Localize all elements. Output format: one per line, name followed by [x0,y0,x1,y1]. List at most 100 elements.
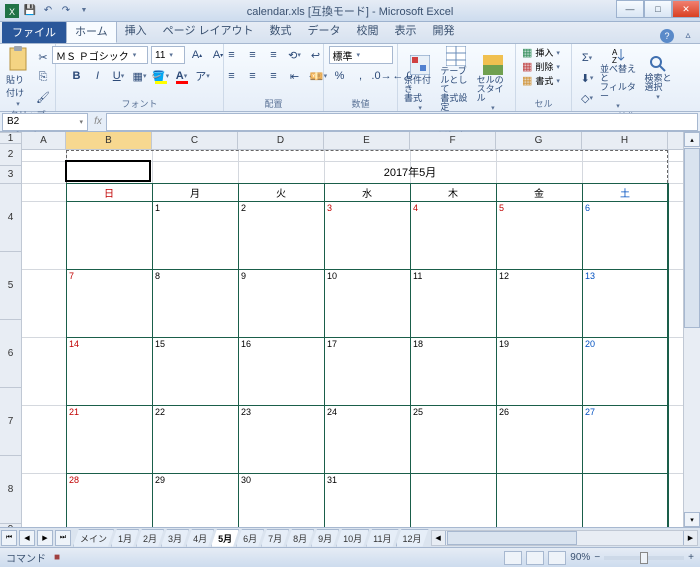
sheet-tab-6月[interactable]: 6月 [236,529,264,547]
row-header-9[interactable]: 9 [0,524,21,527]
phonetic-button[interactable]: ア▾ [194,67,212,85]
qat-dropdown-icon[interactable]: ▼ [76,3,92,19]
find-select-button[interactable]: 検索と 選択▾ [640,55,676,101]
ribbon-minimize-icon[interactable]: ▵ [680,27,696,43]
vertical-scrollbar[interactable]: ▴ ▾ [683,132,700,527]
sheet-tab-9月[interactable]: 9月 [311,529,339,547]
column-headers[interactable]: ABCDEFGH [22,132,683,150]
sheet-tab-11月[interactable]: 11月 [366,529,398,547]
delete-cells-button[interactable]: ▦削除▾ [522,60,560,73]
align-top-icon[interactable]: ≡ [223,46,241,64]
font-name-combo[interactable]: ＭＳ Ｐゴシック▾ [52,46,148,64]
sheet-tab-4月[interactable]: 4月 [186,529,214,547]
macro-record-icon[interactable]: ■ [54,552,60,563]
zoom-out-button[interactable]: − [594,552,600,563]
sheet-nav-prev[interactable]: ◀ [19,530,35,546]
col-header-F[interactable]: F [410,132,496,149]
undo-icon[interactable]: ↶ [40,3,56,19]
percent-icon[interactable]: % [331,67,349,85]
maximize-button[interactable]: □ [644,0,672,18]
sheet-tab-12月[interactable]: 12月 [396,529,429,547]
save-icon[interactable]: 💾 [22,3,38,19]
number-format-combo[interactable]: 標準▾ [329,46,393,64]
tab-7[interactable]: 開発 [425,19,463,43]
sheet-tab-1月[interactable]: 1月 [111,529,139,547]
horizontal-scrollbar[interactable]: ◀ ▶ [431,530,698,546]
format-as-table-button[interactable]: テーブルとして 書式設定▾ [440,46,472,121]
col-header-B[interactable]: B [66,132,152,149]
copy-icon[interactable]: ⎘ [34,68,52,86]
clear-icon[interactable]: ◇▾ [578,89,596,107]
tab-3[interactable]: 数式 [262,19,300,43]
sheet-tab-2月[interactable]: 2月 [136,529,164,547]
grow-font-icon[interactable]: A▴ [188,46,206,64]
tab-2[interactable]: ページ レイアウト [155,19,262,43]
col-header-C[interactable]: C [152,132,238,149]
comma-icon[interactable]: , [352,67,370,85]
autosum-icon[interactable]: Σ▾ [578,49,596,67]
sheet-nav-last[interactable]: ⏭ [55,530,71,546]
fill-color-button[interactable]: 🪣▾ [152,67,170,85]
col-header-H[interactable]: H [582,132,668,149]
underline-button[interactable]: U▾ [110,67,128,85]
currency-icon[interactable]: 💴▾ [310,67,328,85]
indent-dec-icon[interactable]: ⇤ [286,67,304,85]
sheet-tab-8月[interactable]: 8月 [286,529,314,547]
paste-button[interactable]: 貼り付け▾ [6,46,30,108]
align-center-icon[interactable]: ≡ [244,67,262,85]
row-header-7[interactable]: 7 [0,388,21,456]
excel-icon[interactable]: X [4,3,20,19]
conditional-formatting-button[interactable]: 条件付き 書式▾ [404,55,436,112]
col-header-G[interactable]: G [496,132,582,149]
row-header-5[interactable]: 5 [0,252,21,320]
sheet-tab-メイン[interactable]: メイン [73,529,114,547]
row-header-8[interactable]: 8 [0,456,21,524]
tab-4[interactable]: データ [300,19,349,43]
align-right-icon[interactable]: ≡ [265,67,283,85]
worksheet-grid[interactable]: 12345678910 ABCDEFGH 2017年5月日月火水木金土12345… [0,132,700,527]
row-header-2[interactable]: 2 [0,144,21,166]
fill-icon[interactable]: ⬇▾ [578,69,596,87]
col-header-D[interactable]: D [238,132,324,149]
italic-button[interactable]: I [89,67,107,85]
font-color-button[interactable]: A▾ [173,67,191,85]
row-header-4[interactable]: 4 [0,184,21,252]
sheet-tab-5月[interactable]: 5月 [211,529,239,547]
align-middle-icon[interactable]: ≡ [244,46,262,64]
active-cell[interactable] [65,160,151,182]
tab-5[interactable]: 校閲 [349,19,387,43]
orientation-icon[interactable]: ⟲▾ [286,46,304,64]
redo-icon[interactable]: ↷ [58,3,74,19]
minimize-button[interactable]: — [616,0,644,18]
row-header-6[interactable]: 6 [0,320,21,388]
row-header-3[interactable]: 3 [0,166,21,184]
fx-icon[interactable]: fx [90,116,106,127]
wrap-text-icon[interactable]: ↩ [307,46,325,64]
zoom-level[interactable]: 90% [570,552,590,563]
cut-icon[interactable]: ✂ [34,48,52,66]
align-bottom-icon[interactable]: ≡ [265,46,283,64]
sheet-nav-first[interactable]: ⏮ [1,530,17,546]
sheet-nav-next[interactable]: ▶ [37,530,53,546]
file-tab[interactable]: ファイル [2,21,66,43]
font-size-combo[interactable]: 11▾ [151,46,185,64]
page-break-view-button[interactable] [548,551,566,565]
formula-bar[interactable] [106,113,698,131]
sheet-tab-10月[interactable]: 10月 [336,529,369,547]
inc-decimal-icon[interactable]: .0→ [373,67,391,85]
cells-area[interactable]: 2017年5月日月火水木金土12345678910111213141516171… [22,150,683,527]
name-box[interactable]: B2▾ [2,113,88,131]
align-left-icon[interactable]: ≡ [223,67,241,85]
normal-view-button[interactable] [504,551,522,565]
format-painter-icon[interactable]: 🖌 [34,88,52,106]
row-header-1[interactable]: 1 [0,133,21,144]
tab-6[interactable]: 表示 [387,19,425,43]
sort-filter-button[interactable]: AZ並べ替えと フィルター▾ [600,46,636,110]
row-headers[interactable]: 12345678910 [0,133,22,527]
page-layout-view-button[interactable] [526,551,544,565]
border-button[interactable]: ▦▾ [131,67,149,85]
format-cells-button[interactable]: ▦書式▾ [522,74,560,87]
col-header-E[interactable]: E [324,132,410,149]
close-button[interactable]: ✕ [672,0,700,18]
bold-button[interactable]: B [68,67,86,85]
